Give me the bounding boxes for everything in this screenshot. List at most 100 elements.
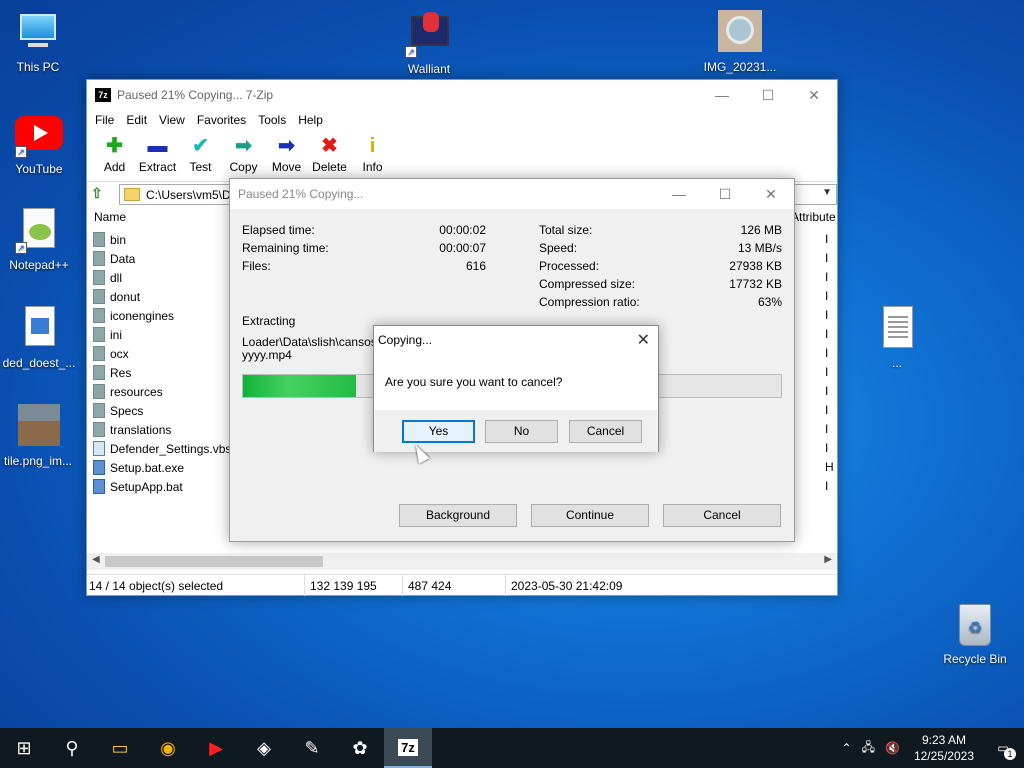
confirm-dialog-title[interactable]: Copying... — [374, 326, 658, 354]
file-row[interactable]: Data — [93, 249, 135, 268]
taskbar-chrome-button[interactable]: ◉ — [144, 728, 192, 768]
menu-view[interactable]: View — [153, 113, 191, 127]
toolbar-label: Info — [362, 160, 383, 174]
folder-icon — [93, 232, 105, 247]
column-header-name[interactable]: Name — [94, 210, 126, 224]
yes-button[interactable]: Yes — [402, 420, 475, 443]
walliant-icon: ↗ — [405, 12, 453, 58]
folder-icon — [93, 270, 105, 285]
no-button[interactable]: No — [485, 420, 558, 443]
desktop-icon-recycle-bin[interactable]: ♻ Recycle Bin — [933, 602, 1017, 666]
close-button[interactable]: ✕ — [791, 80, 837, 110]
file-row[interactable]: Setup.bat.exe — [93, 458, 184, 477]
folder-up-icon[interactable]: ⇧ — [91, 185, 111, 202]
scrollbar-thumb[interactable] — [105, 556, 323, 567]
file-row[interactable]: donut — [93, 287, 140, 306]
chrome-icon: ◉ — [160, 737, 176, 758]
close-icon[interactable]: ✕ — [637, 330, 650, 350]
continue-button[interactable]: Continue — [531, 504, 649, 527]
shortcut-arrow-icon: ↗ — [405, 46, 417, 58]
desktop-icon-walliant[interactable]: ↗ Walliant — [387, 12, 471, 76]
taskbar-search-button[interactable]: ⚲ — [48, 728, 96, 768]
progress-maximize-button[interactable]: ☐ — [702, 179, 748, 209]
desktop-icon-youtube[interactable]: ↗ YouTube — [0, 112, 81, 176]
window-title: Paused 21% Copying... 7-Zip — [117, 88, 274, 102]
toolbar-copy-button[interactable]: ➡ Copy — [222, 130, 265, 174]
toolbar-move-button[interactable]: ➡ Move — [265, 130, 308, 174]
desktop-icon-notepadpp[interactable]: ↗ Notepad++ — [0, 208, 81, 272]
notepadpp-icon: ✎ — [304, 737, 320, 758]
7zip-icon: 7z — [398, 738, 418, 756]
file-row[interactable]: translations — [93, 420, 171, 439]
compressed-size-label: Compressed size: — [539, 277, 636, 291]
minimize-button[interactable]: — — [699, 80, 745, 110]
menu-tools[interactable]: Tools — [252, 113, 292, 127]
maximize-icon: ☐ — [718, 185, 732, 202]
file-row[interactable]: resources — [93, 382, 163, 401]
close-icon: ✕ — [808, 86, 820, 103]
close-icon: ✕ — [765, 185, 777, 202]
youtube-icon: ↗ — [15, 112, 63, 158]
file-name: resources — [110, 384, 163, 399]
desktop-icon-img-2023[interactable]: IMG_20231... — [698, 10, 782, 74]
progress-close-button[interactable]: ✕ — [748, 179, 794, 209]
file-row[interactable]: Specs — [93, 401, 143, 420]
file-row[interactable]: dll — [93, 268, 122, 287]
notification-center-button[interactable]: ▭ 1 — [982, 728, 1024, 768]
scroll-right-icon[interactable]: ▶ — [824, 554, 832, 565]
maximize-button[interactable]: ☐ — [745, 80, 791, 110]
menu-file[interactable]: File — [89, 113, 120, 127]
toolbar-extract-button[interactable]: ▬ Extract — [136, 130, 179, 174]
volume-muted-icon[interactable]: 🔇 — [879, 741, 906, 755]
folder-icon — [93, 327, 105, 342]
network-icon[interactable]: 🖧 — [858, 738, 879, 759]
operation-label: Extracting — [242, 314, 296, 328]
toolbar-test-button[interactable]: ✔ Test — [179, 130, 222, 174]
minimize-icon: — — [672, 186, 686, 202]
toolbar-add-button[interactable]: ✚ Add — [93, 130, 136, 174]
checkmark-icon: ✔ — [192, 135, 209, 157]
menu-favorites[interactable]: Favorites — [191, 113, 252, 127]
file-row[interactable]: bin — [93, 230, 126, 249]
file-row[interactable]: ini — [93, 325, 122, 344]
horizontal-scrollbar[interactable]: ◀ ▶ — [87, 553, 837, 570]
desktop-icon-document[interactable]: ... — [855, 306, 939, 370]
chevron-up-icon[interactable]: ⌃ — [836, 741, 858, 755]
file-name: Defender_Settings.vbs — [110, 441, 232, 456]
clock[interactable]: 9:23 AM 12/25/2023 — [906, 732, 982, 764]
file-row[interactable]: SetupApp.bat — [93, 477, 183, 496]
file-row[interactable]: iconengines — [93, 306, 174, 325]
desktop-icon-ded-doest[interactable]: ded_doest_... — [0, 306, 81, 370]
taskbar-youtube-button[interactable]: ▶ — [192, 728, 240, 768]
taskbar-start-button[interactable]: ⊞ — [0, 728, 48, 768]
taskbar-notepadpp-button[interactable]: ✎ — [288, 728, 336, 768]
photo-thumbnail-icon — [716, 10, 764, 56]
7zip-titlebar[interactable]: 7z Paused 21% Copying... 7-Zip — ☐ ✕ — [87, 80, 837, 110]
info-icon: i — [369, 135, 376, 157]
cancel-dialog-button[interactable]: Cancel — [569, 420, 642, 443]
taskbar-paint-button[interactable]: ✿ — [336, 728, 384, 768]
progress-titlebar[interactable]: Paused 21% Copying... — ☐ ✕ — [230, 179, 794, 209]
file-row[interactable]: Res — [93, 363, 131, 382]
menu-help[interactable]: Help — [292, 113, 329, 127]
scroll-left-icon[interactable]: ◀ — [92, 554, 100, 565]
taskbar-7zip-button[interactable]: 7z — [384, 728, 432, 768]
file-row[interactable]: ocx — [93, 344, 129, 363]
menu-edit[interactable]: Edit — [120, 113, 153, 127]
folder-icon — [93, 289, 105, 304]
cancel-progress-button[interactable]: Cancel — [663, 504, 781, 527]
column-header-attributes[interactable]: Attribute — [791, 210, 836, 224]
chevron-down-icon[interactable]: ▼ — [822, 187, 832, 198]
files-label: Files: — [242, 259, 271, 273]
progress-minimize-button[interactable]: — — [656, 179, 702, 209]
background-button[interactable]: Background — [399, 504, 517, 527]
taskbar-file-explorer-button[interactable]: ▭ — [96, 728, 144, 768]
file-row[interactable]: Defender_Settings.vbs — [93, 439, 231, 458]
toolbar-delete-button[interactable]: ✖ Delete — [308, 130, 351, 174]
taskbar-app-button[interactable]: ◈ — [240, 728, 288, 768]
compression-ratio-label: Compression ratio: — [539, 295, 640, 309]
move-arrow-icon: ➡ — [278, 135, 295, 157]
desktop-icon-tile-png[interactable]: tile.png_im... — [0, 404, 80, 468]
toolbar-info-button[interactable]: i Info — [351, 130, 394, 174]
desktop-icon-this-pc[interactable]: This PC — [0, 10, 80, 74]
